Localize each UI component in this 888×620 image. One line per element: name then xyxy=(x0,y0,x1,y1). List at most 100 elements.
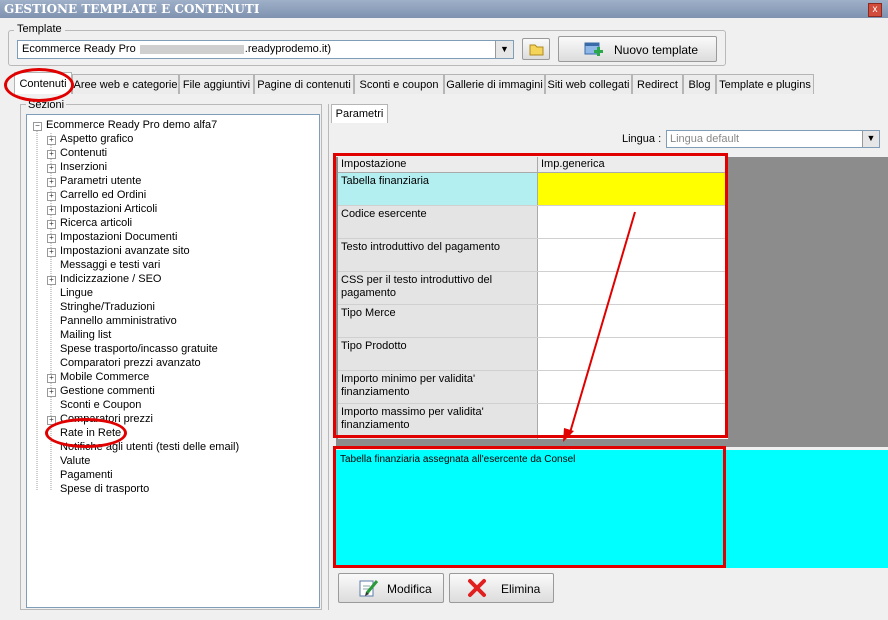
tree-item[interactable]: Aspetto grafico xyxy=(60,132,133,146)
tree-item[interactable]: Ricerca articoli xyxy=(60,216,132,230)
redacted-text xyxy=(139,44,244,54)
grid-row-value[interactable] xyxy=(538,272,728,304)
tree-item[interactable]: Spese trasporto/incasso gratuite xyxy=(60,342,218,356)
grid-row-label: Testo introduttivo del pagamento xyxy=(338,239,538,271)
grid-row[interactable]: Tipo Merce xyxy=(338,305,728,338)
chevron-down-icon[interactable]: ▼ xyxy=(495,41,513,58)
collapse-icon[interactable]: − xyxy=(33,122,42,131)
tree-item[interactable]: Indicizzazione / SEO xyxy=(60,272,162,286)
grid-row-label: Tipo Merce xyxy=(338,305,538,337)
expand-icon[interactable]: + xyxy=(47,234,56,243)
grid-row-value[interactable] xyxy=(538,239,728,271)
tree-item[interactable]: Messaggi e testi vari xyxy=(60,258,160,272)
expand-icon[interactable]: + xyxy=(47,276,56,285)
close-icon[interactable]: x xyxy=(868,3,882,17)
expand-icon[interactable]: + xyxy=(47,374,56,383)
grid-header: Impostazione Imp.generica xyxy=(338,157,728,173)
tree-item[interactable]: Carrello ed Ordini xyxy=(60,188,146,202)
tree-item[interactable]: Rate in Rete xyxy=(60,426,121,440)
expand-icon[interactable]: + xyxy=(47,136,56,145)
grid-row[interactable]: Importo massimo per validita' finanziame… xyxy=(338,404,728,437)
expand-icon[interactable]: + xyxy=(47,220,56,229)
grid-row[interactable]: Percentuale max rate xyxy=(338,437,728,439)
tree-item[interactable]: Impostazioni Articoli xyxy=(60,202,157,216)
grid-row-label: Codice esercente xyxy=(338,206,538,238)
expand-icon[interactable]: + xyxy=(47,178,56,187)
window-title: GESTIONE TEMPLATE E CONTENUTI xyxy=(0,0,888,18)
grid-row[interactable]: Tipo Prodotto xyxy=(338,338,728,371)
grid-row[interactable]: CSS per il testo introduttivo del pagame… xyxy=(338,272,728,305)
tree-item[interactable]: Spese di trasporto xyxy=(60,482,149,496)
tree-item[interactable]: Sconti e Coupon xyxy=(60,398,141,412)
grid-row[interactable]: Importo minimo per validita' finanziamen… xyxy=(338,371,728,404)
grid-row[interactable]: Tabella finanziaria xyxy=(338,173,728,206)
grid-row-value[interactable] xyxy=(538,305,728,337)
expand-icon[interactable]: + xyxy=(47,416,56,425)
grid-row-value[interactable] xyxy=(538,371,728,403)
grid-row-value[interactable] xyxy=(538,173,728,205)
grid-row-value[interactable] xyxy=(538,338,728,370)
grid-row[interactable]: Testo introduttivo del pagamento xyxy=(338,239,728,272)
tab-contenuti[interactable]: Contenuti xyxy=(14,72,72,94)
tree-item[interactable]: Parametri utente xyxy=(60,174,141,188)
tree-item[interactable]: Pannello amministrativo xyxy=(60,314,177,328)
add-window-icon xyxy=(584,42,603,56)
lingua-select[interactable]: Lingua default ▼ xyxy=(666,130,880,148)
tree-item[interactable]: Valute xyxy=(60,454,90,468)
modifica-button[interactable]: Modifica xyxy=(338,573,444,603)
expand-icon[interactable]: + xyxy=(47,192,56,201)
grid-row-value[interactable] xyxy=(538,404,728,436)
tree-item[interactable]: Notifiche agli utenti (testi delle email… xyxy=(60,440,239,454)
new-template-button[interactable]: Nuovo template xyxy=(558,36,717,62)
tree-item[interactable]: Pagamenti xyxy=(60,468,113,482)
expand-icon[interactable]: + xyxy=(47,150,56,159)
tab-template-plugins[interactable]: Template e plugins xyxy=(716,74,814,94)
modifica-label: Modifica xyxy=(387,582,432,596)
grid-row-label: Tabella finanziaria xyxy=(338,173,538,205)
tree-item[interactable]: Lingue xyxy=(60,286,93,300)
chevron-down-icon[interactable]: ▼ xyxy=(862,131,879,147)
tree-item[interactable]: Inserzioni xyxy=(60,160,107,174)
expand-icon[interactable]: + xyxy=(47,388,56,397)
tab-parametri[interactable]: Parametri xyxy=(331,104,388,123)
grid-row-value[interactable] xyxy=(538,437,728,439)
tab-sconti-coupon[interactable]: Sconti e coupon xyxy=(354,74,444,94)
template-select[interactable]: Ecommerce Ready Pro .readyprodemo.it) ▼ xyxy=(17,40,514,59)
tab-blog[interactable]: Blog xyxy=(683,74,716,94)
template-group-label: Template xyxy=(14,23,65,35)
tree-item[interactable]: Mailing list xyxy=(60,328,111,342)
tab-pagine-contenuti[interactable]: Pagine di contenuti xyxy=(254,74,354,94)
tree-item[interactable]: Impostazioni Documenti xyxy=(60,230,177,244)
delete-icon xyxy=(468,579,486,597)
tree-item[interactable]: Comparatori prezzi xyxy=(60,412,153,426)
open-folder-button[interactable] xyxy=(522,38,550,60)
tree-item[interactable]: Stringhe/Traduzioni xyxy=(60,300,155,314)
tree-item[interactable]: Contenuti xyxy=(60,146,107,160)
grid-row-label: Importo minimo per validita' finanziamen… xyxy=(338,371,538,403)
expand-icon[interactable]: + xyxy=(47,206,56,215)
tree-item[interactable]: Comparatori prezzi avanzato xyxy=(60,356,201,370)
expand-icon[interactable]: + xyxy=(47,164,56,173)
window-title-text: GESTIONE TEMPLATE E CONTENUTI xyxy=(4,2,260,16)
elimina-button[interactable]: Elimina xyxy=(449,573,554,603)
tab-siti-collegati[interactable]: Siti web collegati xyxy=(545,74,632,94)
tree-item[interactable]: Impostazioni avanzate sito xyxy=(60,244,190,258)
grid-row-label: CSS per il testo introduttivo del pagame… xyxy=(338,272,538,304)
expand-icon[interactable]: + xyxy=(47,248,56,257)
description-text: Tabella finanziaria assegnata all'eserce… xyxy=(340,454,576,465)
tree-item[interactable]: Gestione commenti xyxy=(60,384,155,398)
grid-row-label: Tipo Prodotto xyxy=(338,338,538,370)
tab-redirect[interactable]: Redirect xyxy=(632,74,683,94)
grid-row-value[interactable] xyxy=(538,206,728,238)
tab-aree-web[interactable]: Aree web e categorie xyxy=(72,74,179,94)
tree-root[interactable]: Ecommerce Ready Pro demo alfa7 xyxy=(46,118,217,132)
tab-gallerie[interactable]: Gallerie di immagini xyxy=(444,74,545,94)
tree-item[interactable]: Mobile Commerce xyxy=(60,370,149,384)
folder-icon xyxy=(529,44,544,56)
column-header-imp-generica[interactable]: Imp.generica xyxy=(538,157,728,172)
tab-file-aggiuntivi[interactable]: File aggiuntivi xyxy=(179,74,254,94)
sezioni-tree: − Ecommerce Ready Pro demo alfa7 + Aspett… xyxy=(26,114,320,608)
grid-row[interactable]: Codice esercente xyxy=(338,206,728,239)
column-header-impostazione[interactable]: Impostazione xyxy=(338,157,538,172)
elimina-label: Elimina xyxy=(501,582,541,596)
